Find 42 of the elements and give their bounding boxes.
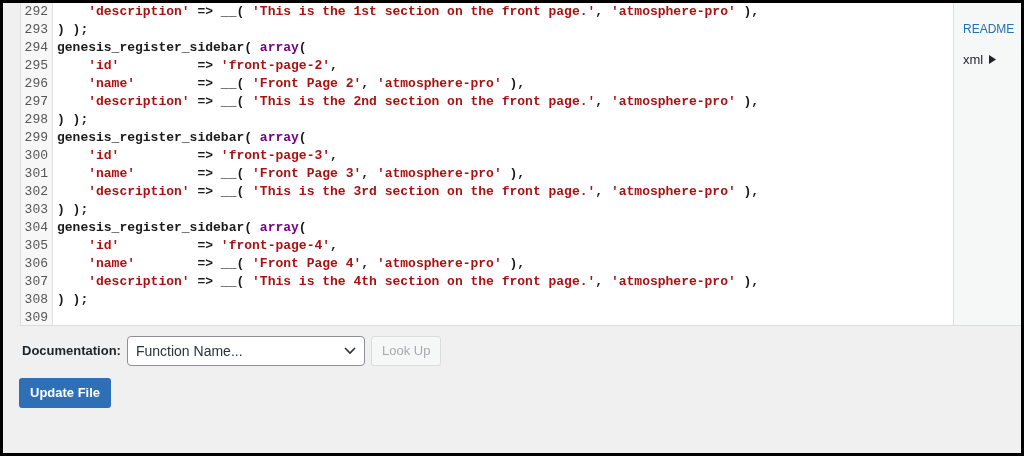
line-number: 296: [23, 75, 49, 93]
code-line: 'name' => __( 'Front Page 3', 'atmosphere-pro' ),: [87, 165, 526, 183]
line-number: 294: [23, 39, 49, 57]
line-number: 300: [23, 147, 49, 165]
line-number: 295: [23, 57, 49, 75]
folder-item[interactable]: xml: [963, 50, 997, 70]
chevron-down-icon: [343, 347, 356, 355]
documentation-label: Documentation:: [22, 342, 121, 361]
code-line: 'description' => __( 'This is the 2nd section on the front page.', 'atmosphere-pro' ),: [87, 93, 760, 111]
code-line: ) );: [57, 291, 89, 309]
line-number: 301: [23, 165, 49, 183]
code-line: 'name' => __( 'Front Page 2', 'atmosphere-pro' ),: [87, 75, 526, 93]
line-number: 297: [23, 93, 49, 111]
line-number: 304: [23, 219, 49, 237]
caret-right-icon: [989, 55, 997, 65]
code-line: ) );: [57, 111, 89, 129]
line-number: 308: [23, 291, 49, 309]
code-line: genesis_register_sidebar( array(: [57, 129, 307, 147]
line-number: 305: [23, 237, 49, 255]
code-line: 'description' => __( 'This is the 3rd section on the front page.', 'atmosphere-pro' ),: [87, 183, 760, 201]
code-line: 'description' => __( 'This is the 4th section on the front page.', 'atmosphere-pro' ),: [87, 273, 760, 291]
code-line: ) );: [57, 201, 89, 219]
code-line: 'id' => 'front-page-4',: [87, 237, 338, 255]
file-link[interactable]: README: [963, 20, 1015, 38]
update-file-button[interactable]: Update File: [19, 378, 112, 408]
line-number: 298: [23, 111, 49, 129]
code-line: 'description' => __( 'This is the 1st section on the front page.', 'atmosphere-pro' ),: [87, 3, 760, 21]
function-select[interactable]: Function Name...: [126, 336, 365, 366]
code-line: 'id' => 'front-page-2',: [87, 57, 338, 75]
line-number: 306: [23, 255, 49, 273]
code-line: ) );: [57, 21, 89, 39]
code-line: 'id' => 'front-page-3',: [87, 147, 338, 165]
line-number: 293: [23, 21, 49, 39]
code-line: genesis_register_sidebar( array(: [57, 39, 307, 57]
line-number: 307: [23, 273, 49, 291]
line-number: 302: [23, 183, 49, 201]
line-number: 303: [23, 201, 49, 219]
code-line: 'name' => __( 'Front Page 4', 'atmosphere-pro' ),: [87, 255, 526, 273]
line-number: 309: [23, 309, 49, 327]
line-number: 299: [23, 129, 49, 147]
code-line: genesis_register_sidebar( array(: [57, 219, 307, 237]
line-number: 292: [23, 3, 49, 21]
